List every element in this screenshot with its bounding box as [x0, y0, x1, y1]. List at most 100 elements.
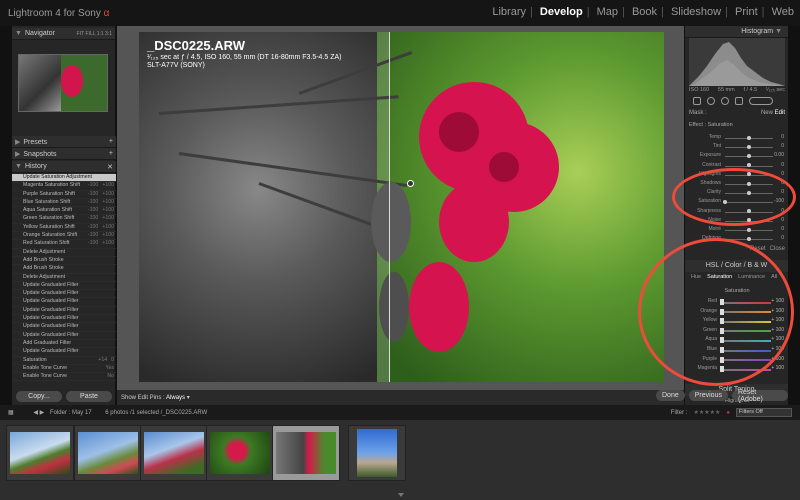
- brush-close-button[interactable]: Close: [770, 246, 785, 252]
- paste-settings-button[interactable]: Paste: [66, 391, 112, 402]
- snapshots-header[interactable]: ▶ Snapshots +: [12, 148, 116, 160]
- filmstrip-thumbnail[interactable]: [348, 425, 406, 481]
- history-item[interactable]: Blue Saturation Shift -100 +100: [12, 199, 116, 208]
- filmstrip-thumbnail[interactable]: [206, 425, 274, 481]
- reset-adobe-button[interactable]: Reset (Adobe): [731, 389, 788, 403]
- hsl-channel-slider[interactable]: Red + 100: [689, 298, 785, 306]
- mask-edit-button[interactable]: Edit: [775, 110, 785, 116]
- crop-icon[interactable]: [693, 97, 701, 105]
- history-item[interactable]: Delete Adjustment: [12, 274, 116, 282]
- hsl-tab-hue[interactable]: Hue: [691, 274, 701, 280]
- done-button[interactable]: Done: [656, 390, 685, 401]
- navigator-preview[interactable]: [18, 54, 108, 112]
- brush-slider[interactable]: Highlights 0: [689, 171, 785, 179]
- history-item[interactable]: Update Graduated Filter: [12, 298, 116, 307]
- slider-knob[interactable]: [723, 199, 727, 204]
- slider-knob[interactable]: [747, 190, 751, 195]
- before-after-divider[interactable]: [389, 32, 390, 382]
- history-item[interactable]: Update Graduated Filter: [12, 315, 116, 324]
- history-item[interactable]: Orange Saturation Shift -100 +100: [12, 232, 116, 241]
- history-item[interactable]: Delete Adjustment: [12, 249, 116, 257]
- filmstrip-thumbnail[interactable]: [74, 425, 142, 481]
- history-item[interactable]: Update Graduated Filter: [12, 323, 116, 332]
- add-snapshot-icon[interactable]: +: [109, 150, 113, 157]
- navigator-zoom-options[interactable]: FIT FILL 1:1 3:1: [77, 31, 112, 37]
- slider-knob[interactable]: [747, 236, 751, 241]
- module-print[interactable]: Print: [735, 6, 758, 18]
- slider-knob[interactable]: [720, 327, 724, 334]
- history-item[interactable]: Update Graduated Filter: [12, 348, 116, 357]
- filmstrip-thumbnail[interactable]: [140, 425, 208, 481]
- prev-arrow-icon[interactable]: ◀: [33, 410, 38, 416]
- slider-knob[interactable]: [720, 308, 724, 315]
- histogram-graph[interactable]: [689, 38, 785, 86]
- brush-slider[interactable]: Defringe 0: [689, 235, 785, 243]
- hsl-tab-saturation[interactable]: Saturation: [707, 274, 732, 280]
- image-canvas[interactable]: _DSC0225.ARW ¹⁄₁₂₅ sec at ƒ / 4.5, ISO 1…: [117, 26, 684, 390]
- history-item[interactable]: Update Graduated Filter: [12, 332, 116, 340]
- history-item[interactable]: Enable Tone Curve No: [12, 373, 116, 382]
- brush-slider[interactable]: Noise 0: [689, 217, 785, 225]
- brush-slider[interactable]: Exposure 0.00: [689, 152, 785, 160]
- slider-knob[interactable]: [747, 153, 751, 158]
- folder-label[interactable]: Folder : May 17: [50, 410, 92, 416]
- module-slideshow[interactable]: Slideshow: [671, 6, 721, 18]
- grid-view-icon[interactable]: ▦: [8, 410, 14, 416]
- previous-button[interactable]: Previous: [688, 390, 728, 401]
- history-item[interactable]: Magenta Saturation Shift -100 +100: [12, 182, 116, 191]
- edit-pin-icon[interactable]: [407, 180, 414, 187]
- effect-select[interactable]: Saturation: [708, 122, 733, 128]
- hsl-channel-slider[interactable]: Aqua + 100: [689, 336, 785, 344]
- hsl-channel-slider[interactable]: Green + 100: [689, 327, 785, 335]
- brush-slider[interactable]: Moiré 0: [689, 226, 785, 234]
- hsl-channel-slider[interactable]: Blue + 100: [689, 346, 785, 354]
- history-item[interactable]: Add Brush Stroke: [12, 257, 116, 266]
- spot-removal-icon[interactable]: [707, 97, 715, 105]
- brush-slider[interactable]: Clarity 0: [689, 189, 785, 197]
- copy-settings-button[interactable]: Copy...: [16, 391, 62, 402]
- history-item[interactable]: Update Graduated Filter: [12, 290, 116, 299]
- next-arrow-icon[interactable]: ▶: [40, 410, 45, 416]
- slider-knob[interactable]: [720, 299, 724, 305]
- expand-bottom-panel-icon[interactable]: [398, 493, 404, 497]
- star-filter-icon[interactable]: ★★★★★: [693, 409, 720, 416]
- red-eye-icon[interactable]: [721, 97, 729, 105]
- slider-knob[interactable]: [720, 356, 724, 363]
- slider-knob[interactable]: [720, 347, 724, 353]
- module-develop[interactable]: Develop: [540, 6, 583, 18]
- mask-new-button[interactable]: New: [761, 110, 773, 116]
- module-web[interactable]: Web: [772, 6, 794, 18]
- slider-knob[interactable]: [747, 181, 751, 186]
- history-item[interactable]: Update Saturation Adjustment: [12, 174, 116, 183]
- history-item[interactable]: Saturation +14 0: [12, 357, 116, 365]
- hsl-channel-slider[interactable]: Magenta + 100: [689, 365, 785, 373]
- brush-slider[interactable]: Tint 0: [689, 143, 785, 151]
- module-library[interactable]: Library: [492, 6, 526, 18]
- hsl-header[interactable]: HSL / Color / B & W: [685, 260, 788, 272]
- brush-slider[interactable]: Sharpness 0: [689, 208, 785, 216]
- hsl-channel-slider[interactable]: Orange + 100: [689, 308, 785, 316]
- hsl-tab-luminance[interactable]: Luminance: [738, 274, 765, 280]
- history-item[interactable]: Purple Saturation Shift -100 +100: [12, 191, 116, 199]
- slider-knob[interactable]: [747, 135, 751, 140]
- graduated-filter-icon[interactable]: [735, 97, 743, 105]
- history-item[interactable]: Update Graduated Filter: [12, 307, 116, 316]
- filmstrip-thumbnail[interactable]: [6, 425, 74, 481]
- hsl-channel-slider[interactable]: Yellow + 100: [689, 317, 785, 325]
- module-book[interactable]: Book: [632, 6, 657, 18]
- slider-knob[interactable]: [720, 337, 724, 344]
- adjustment-brush-icon[interactable]: [749, 97, 773, 105]
- filmstrip-thumbnail[interactable]: [272, 425, 340, 481]
- navigator-header[interactable]: ▼ Navigator FIT FILL 1:1 3:1: [12, 28, 115, 40]
- history-item[interactable]: Add Graduated Filter: [12, 340, 116, 349]
- photo-count-label[interactable]: 6 photos /1 selected /_DSC0225.ARW: [105, 410, 207, 416]
- history-item[interactable]: Red Saturation Shift -100 +100: [12, 240, 116, 249]
- brush-slider[interactable]: Temp 0: [689, 134, 785, 142]
- show-edit-pins-select[interactable]: Always: [166, 395, 185, 401]
- brush-slider[interactable]: Saturation -100: [689, 198, 785, 206]
- history-item[interactable]: Enable Tone Curve Yes: [12, 365, 116, 374]
- slider-knob[interactable]: [747, 227, 751, 232]
- photo-preview[interactable]: _DSC0225.ARW ¹⁄₁₂₅ sec at ƒ / 4.5, ISO 1…: [139, 32, 664, 382]
- module-map[interactable]: Map: [597, 6, 618, 18]
- history-item[interactable]: Green Saturation Shift -100 +100: [12, 215, 116, 224]
